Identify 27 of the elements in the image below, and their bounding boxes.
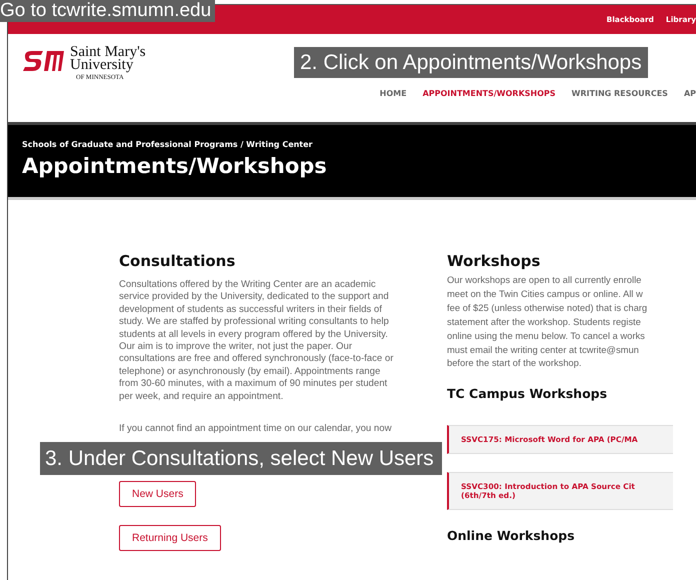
annotation-label: 2. Click on Appointments/Workshops: [294, 47, 648, 78]
paragraph-line: fee of $25 (unless otherwise noted) that is charg: [447, 300, 648, 315]
nav-link[interactable]: WRITING RESOURCES: [572, 89, 668, 98]
paragraph-line: must email the writing center at tcwrite@smun: [447, 342, 639, 356]
paragraph-line: meet on the Twin Cities campus or online. All w: [447, 286, 643, 301]
section-heading: TC Campus Workshops: [447, 386, 608, 402]
section-heading: Consultations: [119, 252, 236, 270]
logo-name: Saint Mary's: [70, 46, 146, 59]
section-heading: Workshops: [447, 252, 540, 270]
page-title: Appointments/Workshops: [22, 154, 327, 178]
paragraph-line: before the start of the workshop.: [447, 356, 582, 370]
paragraph-line: online using the menu below. To cancel a works: [447, 328, 645, 343]
paragraph: If you cannot find an appointment time on our calendar, you now: [119, 423, 392, 436]
outline-button[interactable]: New Users: [119, 481, 196, 508]
logo-name: University: [70, 59, 134, 72]
paragraph-line: Our workshops are open to all currently enrolle: [447, 273, 642, 287]
section-heading: Online Workshops: [447, 528, 575, 544]
annotation-label: Go to tcwrite.smumn.edu: [0, 0, 216, 22]
logo-icon: [23, 50, 65, 72]
paragraph-line: statement after the workshop. Students registe: [447, 314, 641, 329]
annotation-label: 3. Under Consultations, select New Users: [40, 442, 442, 475]
nav-link[interactable]: AP: [684, 89, 696, 98]
paragraph: Consultations offered by the Writing Center are an academic service provided by the University, dedicated to the support and development of students as successful writers in their fields of study. We are staffed by professional writing consultants to help students at all levels in every program offered by the University. Our aim is to improve the writer, not just the paper. Our consultations are free and offered synchronously (face-to-face or telephone) or asynchronously (by email). Appointments range from 30-60 minutes, with a maximum of 90 minutes per student per week, and require an appointment.: [119, 279, 394, 404]
nav-link[interactable]: APPOINTMENTS/WORKSHOPS: [422, 89, 556, 98]
breadcrumb: Schools of Graduate and Professional Programs / Writing Center: [22, 140, 314, 149]
nav-link[interactable]: HOME: [380, 89, 407, 98]
outline-button[interactable]: Returning Users: [119, 525, 221, 552]
